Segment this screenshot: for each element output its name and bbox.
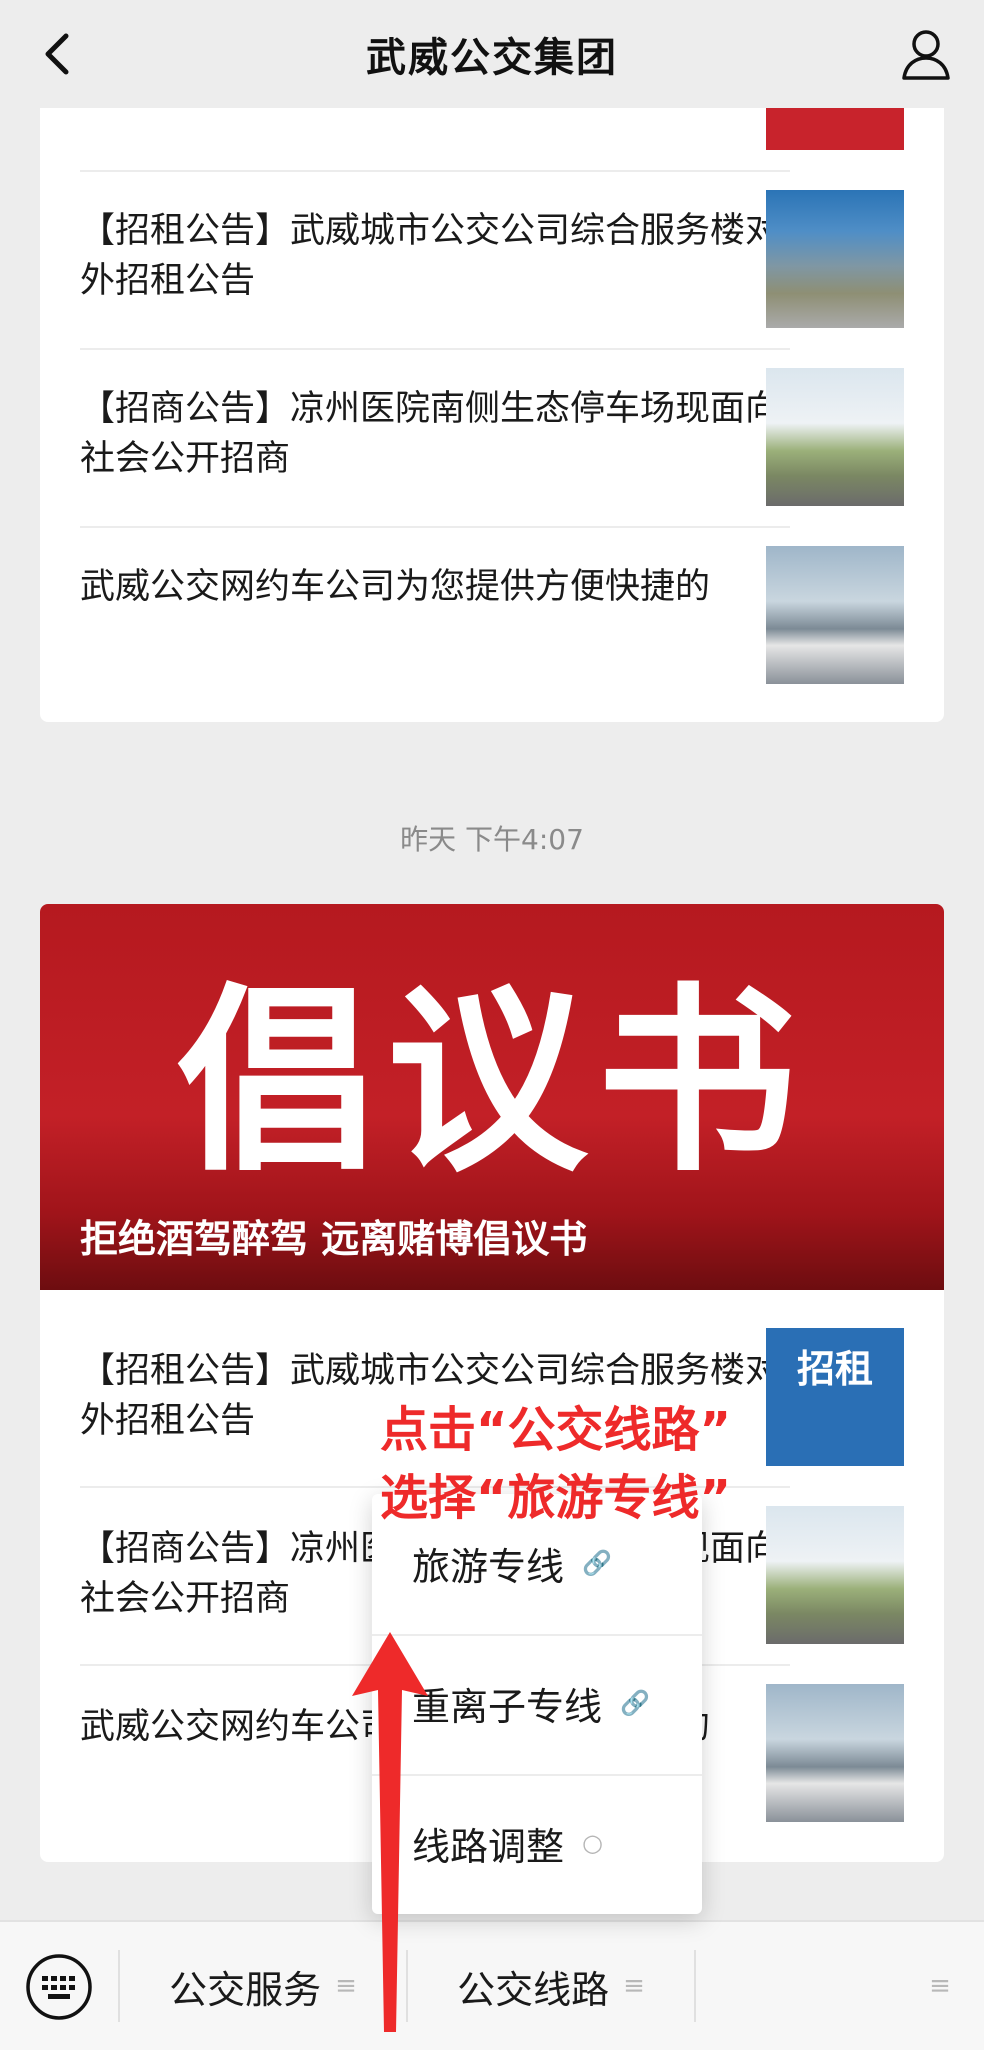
submenu-item-label: 重离子专线 — [412, 1684, 603, 1729]
link-icon: 🔗 — [620, 1689, 650, 1717]
article-title[interactable]: 【招商公告】凉州医院南侧生态停车场现面向社会公开招商 — [80, 384, 790, 484]
annotation-line: 点击“公交线路” — [380, 1402, 732, 1458]
article-thumbnail[interactable] — [766, 108, 904, 150]
article-thumbnail[interactable] — [766, 546, 904, 684]
submenu-item-label: 线路调整 — [412, 1824, 565, 1869]
menu-bus-routes[interactable]: 公交线路 ≡ — [408, 1922, 694, 2050]
chevron-left-icon[interactable] — [30, 26, 86, 82]
divider — [80, 526, 790, 528]
article-thumbnail[interactable]: 招租 — [766, 1328, 904, 1466]
article-title[interactable]: 【招租公告】武威城市公交公司综合服务楼对外招租公告 — [80, 206, 790, 306]
annotation-arrow-icon — [352, 1632, 428, 2032]
divider — [80, 170, 790, 172]
banner-caption[interactable]: 拒绝酒驾醉驾 远离赌博倡议书 — [80, 1208, 587, 1263]
submenu-item-label: 旅游专线 — [412, 1544, 565, 1589]
page-title: 武威公交集团 — [366, 35, 618, 81]
article-list-item[interactable]: 【招商公告】凉州医院南侧生态停车场现面向社会公开招商 — [80, 384, 790, 484]
bottom-menu-bar: 公交服务 ≡ 公交线路 ≡ ≡ — [0, 1920, 984, 2050]
link-icon: 🔗 — [582, 1549, 612, 1577]
article-list-item[interactable]: 【招租公告】武威城市公交公司综合服务楼对外招租公告 — [80, 206, 790, 306]
thumbnail-text: 招租 — [796, 1347, 873, 1391]
message-timestamp: 昨天 下午4:07 — [400, 823, 584, 856]
annotation-line: 选择“旅游专线” — [380, 1470, 732, 1526]
article-banner[interactable]: 倡议书 拒绝酒驾醉驾 远离赌博倡议书 — [40, 904, 944, 1290]
keyboard-icon[interactable] — [24, 1952, 94, 2022]
top-nav-bar: 武威公交集团 — [0, 0, 984, 108]
article-thumbnail[interactable] — [766, 368, 904, 506]
menu-lines-icon: ≡ — [929, 1971, 951, 2001]
article-list-item[interactable]: 武威公交网约车公司为您提供方便快捷的 — [80, 562, 790, 612]
speech-bubble-icon: ○ — [582, 1829, 603, 1857]
menu-label: 公交线路 — [457, 1967, 610, 2012]
menu-item-third[interactable]: ≡ — [696, 1922, 984, 2050]
article-thumbnail[interactable] — [766, 190, 904, 328]
submenu-item-route-adjustment[interactable]: 线路调整 ○ — [412, 1774, 603, 1912]
instruction-annotation: 点击“公交线路” 选择“旅游专线” — [380, 1396, 731, 1532]
article-title[interactable]: 武威公交网约车公司为您提供方便快捷的 — [80, 562, 790, 612]
menu-label: 公交服务 — [169, 1967, 322, 2012]
user-icon[interactable] — [896, 24, 956, 84]
article-card: 【招租公告】武威城市公交公司综合服务楼对外招租公告 【招商公告】凉州医院南侧生态… — [40, 108, 944, 722]
submenu-item-heavy-ion-line[interactable]: 重离子专线 🔗 — [412, 1634, 650, 1772]
article-thumbnail[interactable] — [766, 1506, 904, 1644]
banner-headline: 倡议书 — [176, 964, 807, 1199]
article-thumbnail[interactable] — [766, 1684, 904, 1822]
divider — [80, 348, 790, 350]
menu-lines-icon: ≡ — [623, 1971, 645, 2001]
